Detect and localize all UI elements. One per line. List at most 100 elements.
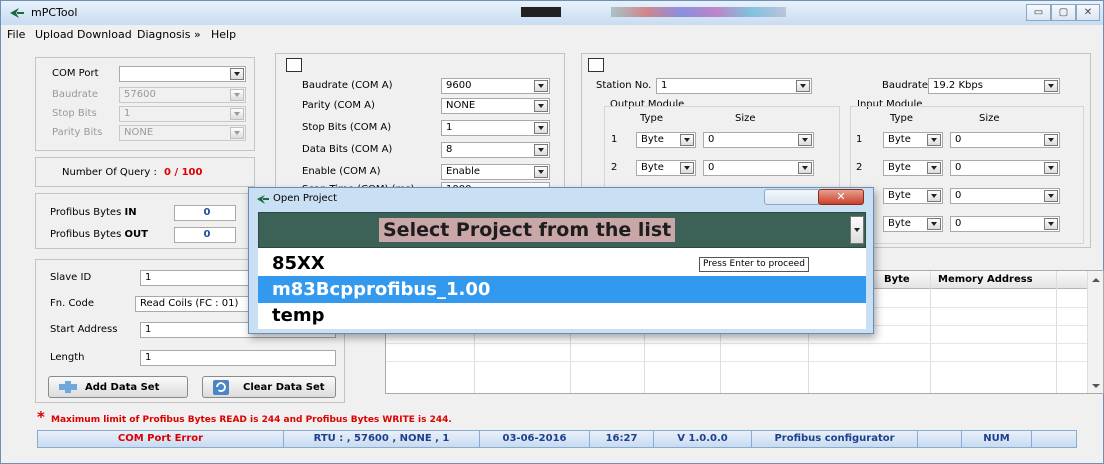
- menu-file[interactable]: File: [7, 28, 25, 41]
- chevron-down-icon: [1044, 162, 1058, 174]
- output-size-select[interactable]: 0: [703, 160, 814, 176]
- chevron-down-icon: [230, 89, 244, 101]
- chevron-down-icon: [1044, 134, 1058, 146]
- input-size-select[interactable]: 0: [950, 188, 1060, 204]
- output-size-select[interactable]: 0: [703, 132, 814, 148]
- enter-hint-tooltip: Press Enter to proceed: [699, 257, 809, 272]
- chevron-down-icon: [927, 162, 941, 174]
- project-list-item[interactable]: temp: [258, 302, 866, 329]
- baudrate-label: Baudrate: [52, 89, 98, 100]
- com-port-select[interactable]: [119, 66, 246, 82]
- project-select-prompt: Select Project from the list: [379, 218, 676, 242]
- grid-column-divider: [930, 271, 931, 393]
- com-a-enable-select[interactable]: Enable: [441, 164, 550, 180]
- chevron-down-icon: [680, 162, 694, 174]
- com-a-parity-label: Parity (COM A): [302, 100, 375, 111]
- profibus-panel: Profibus Bytes IN 0 Profibus Bytes OUT 0: [35, 193, 255, 249]
- query-count: 0 / 100: [164, 167, 203, 178]
- menu-help[interactable]: Help: [211, 28, 236, 41]
- station-enable-checkbox[interactable]: [588, 58, 604, 72]
- minimize-button[interactable]: ▭: [1026, 4, 1051, 21]
- chevron-down-icon: [534, 144, 548, 156]
- output-row-number: 2: [611, 162, 618, 173]
- close-button[interactable]: ✕: [1076, 4, 1100, 21]
- input-size-select[interactable]: 0: [950, 160, 1060, 176]
- menu-diagnosis[interactable]: Diagnosis »: [137, 28, 201, 41]
- app-logo-icon: [257, 195, 269, 204]
- parity-bits-label: Parity Bits: [52, 127, 103, 138]
- com-port-panel: COM Port Baudrate 57600 Stop Bits 1 Pari…: [35, 57, 255, 151]
- menu-upload[interactable]: Upload: [35, 28, 74, 41]
- com-a-stop-bits-select[interactable]: 1: [441, 120, 550, 136]
- plus-icon: [59, 381, 77, 393]
- length-input[interactable]: 1: [140, 350, 336, 366]
- dialog-minimize-maximize-buttons[interactable]: [764, 189, 820, 205]
- chevron-down-icon: [534, 166, 548, 178]
- warning-star: *: [37, 408, 45, 426]
- clear-data-set-button[interactable]: Clear Data Set: [202, 376, 336, 398]
- open-project-dialog: Open Project ✕ Select Project from the l…: [248, 187, 874, 334]
- dialog-body: Select Project from the list 85XX m83Bcp…: [258, 212, 866, 329]
- scroll-down-icon[interactable]: [1092, 383, 1100, 389]
- status-num-lock: NUM: [962, 431, 1032, 447]
- chevron-down-icon: [927, 190, 941, 202]
- input-size-select[interactable]: 0: [950, 132, 1060, 148]
- profibus-out-label: Profibus Bytes OUT: [50, 229, 148, 240]
- refresh-icon: [213, 380, 229, 395]
- station-baudrate-select[interactable]: 19.2 Kbps: [928, 78, 1060, 94]
- profibus-out-value: 0: [174, 227, 236, 243]
- titlebar-decoration: [521, 7, 561, 17]
- status-rtu-settings: RTU : , 57600 , NONE , 1: [284, 431, 480, 447]
- grid-row-divider: [386, 343, 1088, 344]
- grid-vertical-scrollbar[interactable]: [1087, 271, 1103, 393]
- start-address-label: Start Address: [50, 324, 118, 335]
- station-baudrate-label: Baudrate: [882, 80, 928, 91]
- stop-bits-label: Stop Bits: [52, 108, 97, 119]
- com-a-enable-checkbox[interactable]: [286, 58, 302, 72]
- status-empty: [1032, 431, 1076, 447]
- chevron-down-icon: [680, 134, 694, 146]
- input-type-select[interactable]: Byte: [883, 160, 943, 176]
- input-size-select[interactable]: 0: [950, 216, 1060, 232]
- output-type-select[interactable]: Byte: [636, 160, 696, 176]
- menu-download[interactable]: Download: [77, 28, 132, 41]
- chevron-down-icon: [534, 80, 548, 92]
- output-size-header: Size: [735, 113, 756, 124]
- chevron-down-icon[interactable]: [850, 216, 864, 244]
- chevron-down-icon: [927, 218, 941, 230]
- dialog-close-button[interactable]: ✕: [818, 189, 864, 205]
- maximize-button[interactable]: ▢: [1051, 4, 1076, 21]
- chevron-down-icon: [798, 134, 812, 146]
- project-list-item-selected[interactable]: m83Bcpprofibus_1.00: [258, 276, 866, 303]
- project-select-combo[interactable]: Select Project from the list: [258, 212, 866, 248]
- grid-header-memory-address: Memory Address: [938, 274, 1033, 285]
- input-type-select[interactable]: Byte: [883, 216, 943, 232]
- query-panel: Number Of Query : 0 / 100: [35, 157, 255, 187]
- title-bar: mPCTool ▭ ▢ ✕: [1, 1, 1103, 25]
- input-type-select[interactable]: Byte: [883, 132, 943, 148]
- com-a-data-bits-select[interactable]: 8: [441, 142, 550, 158]
- com-a-baudrate-label: Baudrate (COM A): [302, 80, 393, 91]
- station-no-select[interactable]: 1: [656, 78, 812, 94]
- chevron-down-icon: [1044, 80, 1058, 92]
- com-a-stop-bits-label: Stop Bits (COM A): [302, 122, 392, 133]
- grid-row-divider: [386, 361, 1088, 362]
- com-a-parity-select[interactable]: NONE: [441, 98, 550, 114]
- com-port-label: COM Port: [52, 68, 99, 79]
- output-type-select[interactable]: Byte: [636, 132, 696, 148]
- status-empty: [918, 431, 962, 447]
- com-a-baudrate-select[interactable]: 9600: [441, 78, 550, 94]
- status-date: 03-06-2016: [480, 431, 590, 447]
- status-com-error: COM Port Error: [38, 431, 284, 447]
- scroll-up-icon[interactable]: [1092, 277, 1100, 283]
- chevron-down-icon: [230, 127, 244, 139]
- fn-code-label: Fn. Code: [50, 298, 95, 309]
- input-type-header: Type: [890, 113, 913, 124]
- input-row-number: 1: [856, 134, 863, 145]
- add-data-set-button[interactable]: Add Data Set: [48, 376, 188, 398]
- dialog-title: Open Project: [273, 193, 338, 204]
- app-logo-icon: [10, 8, 24, 18]
- status-time: 16:27: [590, 431, 654, 447]
- chevron-down-icon: [798, 162, 812, 174]
- input-type-select[interactable]: Byte: [883, 188, 943, 204]
